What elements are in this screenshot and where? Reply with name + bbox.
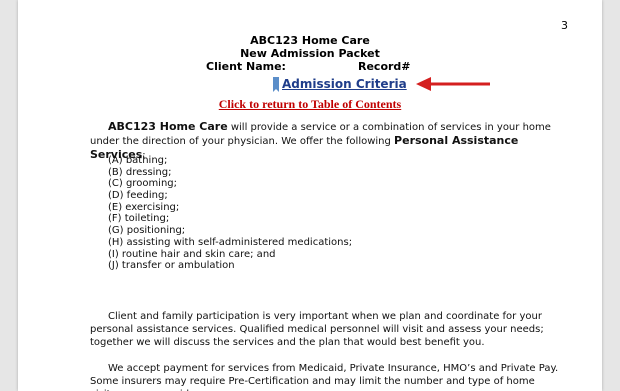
list-item: (A) bathing; bbox=[108, 155, 168, 166]
bookmark-icon bbox=[273, 77, 279, 92]
list-item: (H) assisting with self-administered med… bbox=[108, 236, 353, 248]
red-arrow-icon bbox=[416, 77, 490, 91]
table-of-contents-link[interactable]: Click to return to Table of Contents bbox=[18, 97, 602, 112]
payment-paragraph: We accept payment for services from Medi… bbox=[90, 363, 559, 391]
document-page: 3 ABC123 Home Care New Admission Packet … bbox=[18, 0, 602, 391]
list-item: (J) transfer or ambulation bbox=[108, 260, 235, 272]
list-item: (D) feeding; bbox=[108, 190, 168, 202]
packet-title: New Admission Packet bbox=[240, 47, 380, 60]
page-number: 3 bbox=[561, 19, 568, 32]
list-item: (I) routine hair and skin care; and bbox=[108, 248, 276, 260]
list-item: (G) positioning; bbox=[108, 225, 186, 237]
client-name-label: Client Name: bbox=[206, 60, 286, 73]
list-item: (E) exercising; bbox=[108, 201, 180, 213]
admission-criteria-link[interactable]: Admission Criteria bbox=[282, 77, 407, 91]
list-item: (B) dressing; bbox=[108, 166, 172, 178]
list-item: (F) toileting; bbox=[108, 213, 170, 225]
intro-company: ABC123 Home Care bbox=[108, 120, 228, 133]
participation-paragraph: Client and family participation is very … bbox=[90, 311, 544, 348]
record-label: Record# bbox=[358, 60, 411, 73]
list-item: (C) grooming; bbox=[108, 178, 178, 190]
services-list: (A) bathing; (B) dressing; (C) grooming;… bbox=[90, 155, 352, 272]
company-title: ABC123 Home Care bbox=[250, 34, 370, 47]
